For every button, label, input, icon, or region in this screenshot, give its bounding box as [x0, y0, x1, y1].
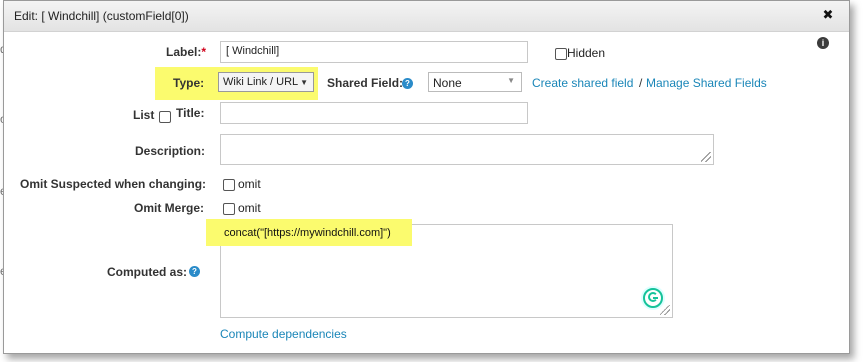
shared-field-label: Shared Field: — [327, 76, 404, 90]
label-input-value: [ Windchill] — [226, 45, 280, 57]
type-select-value: Wiki Link / URL — [223, 76, 299, 88]
title-label: Title: — [176, 106, 205, 120]
omit-suspected-option: omit — [238, 177, 261, 191]
help-icon[interactable]: ? — [189, 266, 200, 277]
required-marker: * — [201, 45, 207, 59]
resize-handle-icon[interactable] — [701, 152, 711, 162]
grammarly-icon[interactable] — [643, 288, 663, 308]
title-input[interactable] — [220, 102, 528, 124]
info-icon[interactable]: i — [817, 37, 829, 49]
grammarly-g-bar — [653, 297, 658, 299]
omit-suspected-checkbox[interactable] — [223, 179, 235, 191]
resize-handle-icon[interactable] — [660, 305, 670, 315]
label-field-label: Label:* — [166, 45, 207, 59]
omit-merge-label: Omit Merge: — [134, 201, 205, 215]
computed-as-value: concat("[https://mywindchill.com]") — [224, 227, 391, 239]
hidden-label: Hidden — [567, 46, 606, 60]
dialog-title: Edit: [ Windchill] (customField[0]) — [14, 9, 189, 23]
hidden-checkbox[interactable] — [555, 48, 567, 60]
label-input[interactable]: [ Windchill] — [220, 41, 528, 63]
type-label: Type: — [173, 76, 205, 90]
manage-shared-fields-link[interactable]: Manage Shared Fields — [646, 76, 767, 90]
omit-merge-checkbox[interactable] — [223, 203, 235, 215]
chevron-down-icon: ▼ — [507, 76, 515, 85]
close-icon[interactable]: ✖ — [821, 8, 835, 22]
shared-field-select-value: None — [433, 76, 462, 90]
type-select[interactable]: Wiki Link / URL ▼ — [218, 72, 314, 92]
shared-field-select[interactable]: None ▼ — [428, 72, 522, 92]
omit-suspected-label: Omit Suspected when changing: — [20, 177, 207, 191]
compute-dependencies-link[interactable]: Compute dependencies — [220, 327, 347, 341]
help-icon[interactable]: ? — [402, 78, 413, 89]
computed-as-label: Computed as: — [107, 265, 188, 279]
link-separator: / — [639, 76, 643, 90]
description-textarea[interactable] — [220, 134, 714, 165]
dialog-titlebar[interactable]: Edit: [ Windchill] (customField[0]) ✖ — [4, 1, 849, 32]
list-checkbox[interactable] — [159, 111, 171, 123]
list-label: List — [133, 108, 155, 122]
description-label: Description: — [135, 144, 206, 158]
create-shared-field-link[interactable]: Create shared field — [532, 76, 633, 90]
chevron-down-icon: ▼ — [300, 78, 308, 87]
omit-merge-option: omit — [238, 201, 261, 215]
